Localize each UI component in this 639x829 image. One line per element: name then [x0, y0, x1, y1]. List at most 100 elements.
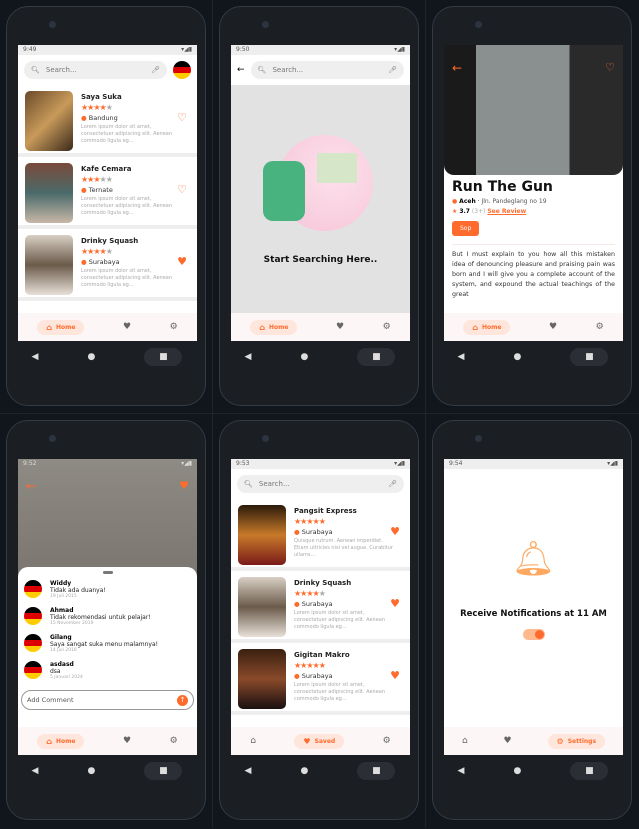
user-avatar: [24, 634, 42, 652]
nav-home[interactable]: ⌂ Home: [37, 319, 85, 335]
sop-button[interactable]: Sop: [452, 221, 480, 236]
nav-settings[interactable]: ⚙ Settings: [547, 733, 606, 749]
nav-home[interactable]: ⌂ Home: [250, 319, 298, 335]
cafe-city: Surabaya: [301, 528, 333, 536]
search-icon: 🔍︎: [31, 66, 40, 74]
cafe-description: Lorem ipsum dolor sit amet, consectetuer…: [294, 610, 386, 630]
nav-settings-icon[interactable]: ⚙: [170, 322, 178, 332]
mic-icon[interactable]: 🎤︎: [388, 480, 397, 488]
comment-item: Gilang Saya sangat suka menu malamnya! 1…: [18, 632, 197, 659]
cafe-description: Lorem ipsum dolor sit amet, consectetuer…: [81, 196, 173, 216]
phone-home-list: 9:49 ▾◢▮ 🔍︎ Search... 🎤︎ Saya Suka ★★★★★ ● …: [0, 0, 213, 414]
comment-date: 14 Juli 2016: [50, 648, 77, 653]
cafe-hero-image: ← ♡: [444, 45, 623, 175]
cafe-description: Quisque rutrum. Aenean imperdiet. Etiam …: [294, 538, 393, 558]
cafe-city: Ternate: [88, 186, 113, 194]
nav-saved-icon[interactable]: ♥: [336, 322, 344, 332]
search-placeholder: Search...: [272, 66, 304, 74]
status-time: 9:50: [236, 46, 250, 53]
notification-toggle[interactable]: [523, 629, 545, 640]
cafe-description: But I must explain to you how all this m…: [452, 244, 615, 300]
back-arrow-icon[interactable]: ←: [452, 61, 462, 75]
nav-home[interactable]: ⌂ Home: [463, 319, 511, 335]
cafe-list-item[interactable]: Drinky Squash ★★★★★ ● Surabaya Lorem ips…: [231, 571, 410, 643]
search-placeholder: Search...: [258, 480, 290, 488]
cafe-name: Saya Suka: [81, 93, 122, 101]
comment-date: 19 Juli 2015: [50, 594, 77, 599]
nav-settings-icon[interactable]: ⚙: [596, 322, 604, 332]
nav-settings-icon[interactable]: ⚙: [170, 736, 178, 746]
search-icon: 🔍︎: [244, 480, 253, 488]
cafe-city: Aceh: [459, 198, 476, 205]
cafe-thumbnail: [25, 163, 73, 223]
favorite-heart-icon[interactable]: ♡: [605, 61, 615, 74]
cafe-name: Kafe Cemara: [81, 165, 132, 173]
cafe-list-item[interactable]: Kafe Cemara ★★★★★ ● Ternate Lorem ipsum …: [18, 157, 197, 229]
cafe-thumbnail: [25, 91, 73, 151]
cafe-description: Lorem ipsum dolor sit amet, consectetuer…: [81, 268, 173, 288]
star-rating: ★★★★★: [294, 517, 326, 526]
mic-icon[interactable]: 🎤︎: [151, 66, 160, 74]
add-comment-input[interactable]: Add Comment ↑: [21, 690, 194, 710]
nav-settings-icon[interactable]: ⚙: [383, 736, 391, 746]
search-input[interactable]: 🔍︎ Search... 🎤︎: [237, 475, 404, 493]
search-input[interactable]: 🔍︎ Search... 🎤︎: [250, 61, 404, 79]
star-rating: ★★★★★: [81, 247, 113, 256]
nav-settings-icon[interactable]: ⚙: [383, 322, 391, 332]
cafe-description: Lorem ipsum dolor sit amet, consectetuer…: [294, 682, 386, 702]
phone-settings: 9:54 ▾◢▮ 🔔︎ Receive Notifications at 11 A…: [426, 414, 639, 828]
cafe-list-item[interactable]: Gigitan Makro ★★★★★ ● Surabaya Lorem ips…: [231, 643, 410, 715]
comment-date: 5 Januari 2024: [50, 675, 83, 680]
status-time: 9:54: [449, 460, 463, 467]
favorite-heart-icon[interactable]: ♥: [179, 479, 189, 492]
mic-icon[interactable]: 🎤︎: [388, 66, 397, 74]
back-arrow-icon[interactable]: ←: [237, 65, 245, 75]
send-comment-button[interactable]: ↑: [177, 694, 188, 706]
bottom-nav: ⌂ Home ♥ ⚙: [18, 313, 197, 341]
user-avatar: [24, 580, 42, 598]
cafe-name: Drinky Squash: [81, 237, 139, 245]
notification-label: Receive Notifications at 11 AM: [460, 609, 607, 619]
review-count: (3+): [471, 208, 486, 215]
cafe-list-item[interactable]: Saya Suka ★★★★★ ● Bandung Lorem ipsum do…: [18, 85, 197, 157]
user-avatar: [24, 607, 42, 625]
cafe-name: Drinky Squash: [294, 579, 352, 587]
heart-filled-icon[interactable]: ♥: [390, 669, 400, 682]
phone-detail: ← ♡ Run The Gun ● Aceh · Jln. Pandeglang…: [426, 0, 639, 414]
star-rating: ★★★★★: [294, 661, 326, 670]
nav-saved-icon[interactable]: ♥: [504, 736, 512, 746]
search-input[interactable]: 🔍︎ Search... 🎤︎: [24, 61, 167, 79]
heart-filled-icon[interactable]: ♥: [177, 255, 187, 268]
cafe-city: Surabaya: [301, 600, 333, 608]
see-review-link[interactable]: See Review: [487, 208, 526, 215]
cafe-city: Surabaya: [88, 258, 120, 266]
cafe-list-item[interactable]: Pangsit Express ★★★★★ ● Surabaya Quisque…: [231, 499, 410, 571]
cafe-city: Surabaya: [301, 672, 333, 680]
nav-home-icon[interactable]: ⌂: [250, 736, 256, 746]
heart-outline-icon[interactable]: ♡: [177, 111, 187, 124]
nav-home[interactable]: ⌂ Home: [37, 733, 85, 749]
nav-saved-icon[interactable]: ♥: [123, 736, 131, 746]
back-arrow-icon[interactable]: ←: [26, 479, 36, 493]
nav-saved[interactable]: ♥ Saved: [294, 733, 345, 749]
nav-saved-icon[interactable]: ♥: [549, 322, 557, 332]
comment-user: Widdy: [50, 580, 72, 587]
location-pin-icon: ●: [294, 600, 300, 608]
cafe-name: Pangsit Express: [294, 507, 357, 515]
heart-outline-icon[interactable]: ♡: [177, 183, 187, 196]
heart-filled-icon[interactable]: ♥: [390, 597, 400, 610]
cafe-description: Lorem ipsum dolor sit amet, consectetuer…: [81, 124, 173, 144]
nav-saved-icon[interactable]: ♥: [123, 322, 131, 332]
sheet-drag-handle[interactable]: [102, 571, 113, 574]
cafe-thumbnail: [238, 505, 286, 565]
nav-home-icon[interactable]: ⌂: [462, 736, 468, 746]
phone-saved: 9:53 ▾◢▮ 🔍︎ Search... 🎤︎ Pangsit Express ★★…: [213, 414, 426, 828]
cafe-list-item[interactable]: Drinky Squash ★★★★★ ● Surabaya Lorem ips…: [18, 229, 197, 301]
language-flag-button[interactable]: [173, 61, 191, 79]
cafe-thumbnail: [238, 649, 286, 709]
heart-filled-icon[interactable]: ♥: [390, 525, 400, 538]
comment-text: Tidak rekomendasi untuk pelajar!: [50, 614, 151, 621]
star-rating: ★★★★★: [81, 103, 113, 112]
search-icon: 🔍︎: [257, 66, 267, 74]
comment-user: asdasd: [50, 661, 74, 668]
